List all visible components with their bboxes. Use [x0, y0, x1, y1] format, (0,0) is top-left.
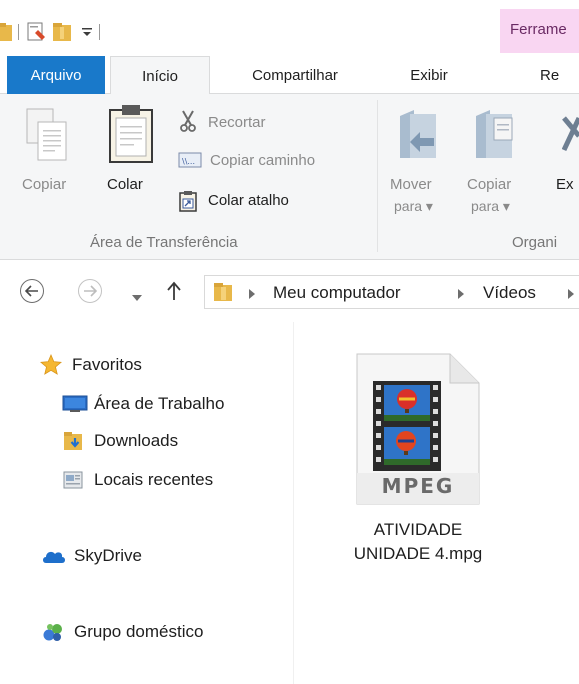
ribbon-tabs: Arquivo Início Compartilhar Exibir Re [0, 56, 579, 95]
breadcrumb-separator[interactable] [458, 289, 464, 299]
copy-button[interactable]: Copiar [22, 176, 66, 193]
tab-share[interactable]: Compartilhar [218, 56, 372, 94]
new-folder-icon[interactable] [51, 21, 73, 43]
file-name-line2: UNIDADE 4.mpg [353, 544, 483, 563]
mpeg-badge: MPEG [381, 474, 455, 498]
file-item[interactable]: MPEG ATIVIDADE UNIDADE 4.mpg [328, 345, 508, 585]
copy-to-label-line1[interactable]: Copiar [467, 176, 511, 193]
cut-button[interactable]: Recortar [208, 114, 266, 131]
star-icon [40, 354, 66, 376]
delete-icon[interactable] [561, 116, 579, 157]
nav-downloads-label: Downloads [94, 431, 179, 450]
copy-path-icon[interactable]: \\... [178, 151, 202, 174]
group-divider [377, 100, 378, 252]
delete-label-partial[interactable]: Ex [556, 176, 574, 193]
nav-recent-places[interactable]: Locais recentes [62, 467, 213, 493]
paste-shortcut-icon[interactable] [178, 190, 198, 217]
copy-icon[interactable] [26, 108, 68, 167]
paste-icon[interactable] [108, 104, 154, 169]
folder-icon [212, 281, 234, 308]
breadcrumb-my-computer[interactable]: Meu computador [273, 283, 401, 303]
tab-partial[interactable]: Re [540, 56, 579, 94]
downloads-folder-icon [62, 430, 88, 452]
nav-recent-places-label: Locais recentes [94, 470, 214, 489]
up-arrow-icon[interactable] [166, 281, 182, 306]
desktop-icon [62, 393, 88, 415]
file-name[interactable]: ATIVIDADE UNIDADE 4.mpg [328, 518, 508, 566]
move-to-label-line1[interactable]: Mover [390, 176, 432, 193]
nav-favorites[interactable]: Favoritos [40, 352, 142, 378]
cloud-icon [42, 545, 68, 567]
nav-desktop[interactable]: Área de Trabalho [62, 391, 224, 417]
breadcrumb-videos[interactable]: Vídeos [483, 283, 536, 303]
properties-icon[interactable] [25, 21, 47, 43]
separator [99, 24, 100, 40]
nav-favorites-label: Favoritos [72, 355, 142, 374]
homegroup-icon [42, 621, 68, 643]
contextual-tab-header[interactable]: Ferrame [500, 9, 579, 53]
organize-group-title: Organi [512, 234, 558, 251]
folder-icon[interactable] [0, 21, 12, 43]
quick-access-toolbar [0, 18, 106, 46]
svg-text:\\...: \\... [182, 157, 195, 166]
move-to-label-line2[interactable]: para ▾ [394, 198, 433, 215]
tab-file[interactable]: Arquivo [7, 56, 105, 94]
tab-home[interactable]: Início [110, 56, 210, 95]
nav-homegroup[interactable]: Grupo doméstico [42, 619, 203, 645]
customize-qat-icon[interactable] [81, 25, 93, 39]
contextual-tab-label: Ferrame [510, 21, 567, 38]
back-button[interactable] [20, 279, 44, 303]
navigation-pane: Favoritos Área de Trabalho Downloads Loc… [0, 322, 294, 684]
copy-to-icon[interactable] [474, 108, 516, 167]
ribbon: Copiar Colar Recortar \\... Copiar camin… [0, 94, 579, 260]
scissors-icon[interactable] [178, 110, 198, 137]
tab-view[interactable]: Exibir [386, 56, 472, 94]
paste-shortcut-button[interactable]: Colar atalho [208, 192, 289, 209]
nav-skydrive[interactable]: SkyDrive [42, 543, 142, 569]
nav-downloads[interactable]: Downloads [62, 428, 178, 454]
copy-path-button[interactable]: Copiar caminho [210, 152, 315, 169]
nav-homegroup-label: Grupo doméstico [74, 622, 204, 641]
separator [18, 24, 19, 40]
paste-button[interactable]: Colar [107, 176, 143, 193]
move-to-icon[interactable] [398, 108, 440, 167]
file-name-line1: ATIVIDADE [373, 520, 463, 539]
copy-to-label-line2[interactable]: para ▾ [471, 198, 510, 215]
title-bar: Ferrame [0, 0, 579, 56]
recent-places-icon [62, 469, 88, 491]
forward-button[interactable] [78, 279, 102, 303]
clipboard-group-title: Área de Transferência [90, 234, 238, 251]
nav-skydrive-label: SkyDrive [74, 546, 143, 565]
recent-locations-icon[interactable] [132, 289, 142, 307]
nav-desktop-label: Área de Trabalho [94, 394, 225, 413]
breadcrumb-separator[interactable] [568, 289, 574, 299]
breadcrumb-separator[interactable] [249, 289, 255, 299]
